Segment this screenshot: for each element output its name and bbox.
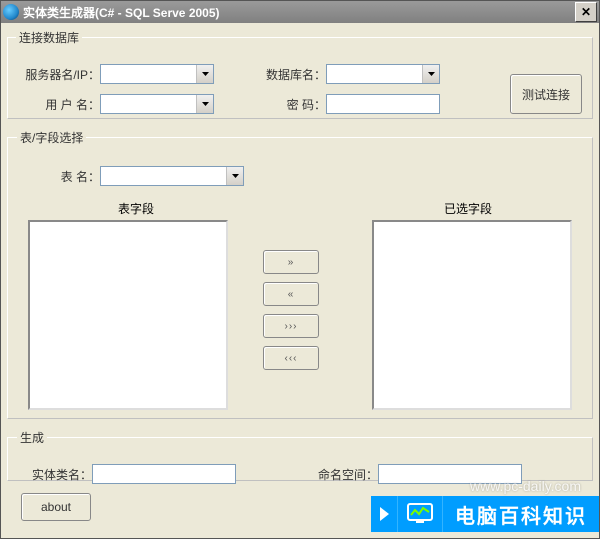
server-label: 服务器名/IP： [22,66,100,83]
server-combo[interactable] [100,64,214,84]
close-button[interactable]: ✕ [575,2,597,22]
group-generate: 生成 实体类名： 命名空间： [7,429,593,481]
client-area: 连接数据库 服务器名/IP： 数据库名： 用 户 名： [7,29,593,528]
user-combo[interactable] [100,94,214,114]
available-fields-list[interactable] [28,220,228,410]
app-window: 实体类生成器(C# - SQL Serve 2005) ✕ 连接数据库 服务器名… [0,0,600,539]
server-value [101,65,196,83]
entity-name-input[interactable] [92,464,236,484]
test-connection-button[interactable]: 测试连接 [510,74,582,114]
badge-monitor-icon [398,496,443,532]
entity-name-label: 实体类名： [22,466,92,483]
dropdown-icon [196,65,213,83]
title-bar: 实体类生成器(C# - SQL Serve 2005) ✕ [1,1,599,23]
database-label: 数据库名： [258,66,326,83]
dropdown-icon [422,65,439,83]
database-combo[interactable] [326,64,440,84]
dropdown-icon [196,95,213,113]
move-all-left-button[interactable]: ‹‹‹ [263,346,319,370]
right-list-header: 已选字段 [444,200,492,217]
badge-text: 电脑百科知识 [443,496,599,532]
table-name-label: 表 名： [22,168,100,185]
test-connection-label: 测试连接 [522,86,570,103]
table-combo[interactable] [100,166,244,186]
move-one-right-button[interactable]: ››› [263,314,319,338]
move-all-right-button[interactable]: » [263,250,319,274]
site-badge: 电脑百科知识 [371,496,599,532]
badge-arrow-icon [371,496,398,532]
user-value [101,95,196,113]
selected-fields-list[interactable] [372,220,572,410]
move-buttons: » « ››› ‹‹‹ [263,246,319,374]
about-label: about [41,500,71,514]
group-tables-legend: 表/字段选择 [17,129,86,146]
group-tables: 表/字段选择 表 名： 表字段 已选字段 » « ››› ‹‹‹ [7,129,593,419]
group-generate-legend: 生成 [17,429,47,446]
group-connection-legend: 连接数据库 [16,29,82,46]
database-value [327,65,422,83]
close-icon: ✕ [581,5,591,19]
password-input[interactable] [326,94,440,114]
left-list-header: 表字段 [118,200,154,217]
user-label: 用 户 名： [22,96,100,113]
about-button[interactable]: about [21,493,91,521]
group-connection: 连接数据库 服务器名/IP： 数据库名： 用 户 名： [7,29,593,119]
table-value [101,167,226,185]
password-label: 密 码： [258,96,326,113]
dropdown-icon [226,167,243,185]
app-icon [3,4,19,20]
namespace-input[interactable] [378,464,522,484]
move-one-left-button[interactable]: « [263,282,319,306]
window-title: 实体类生成器(C# - SQL Serve 2005) [23,4,575,21]
namespace-label: 命名空间： [308,466,378,483]
